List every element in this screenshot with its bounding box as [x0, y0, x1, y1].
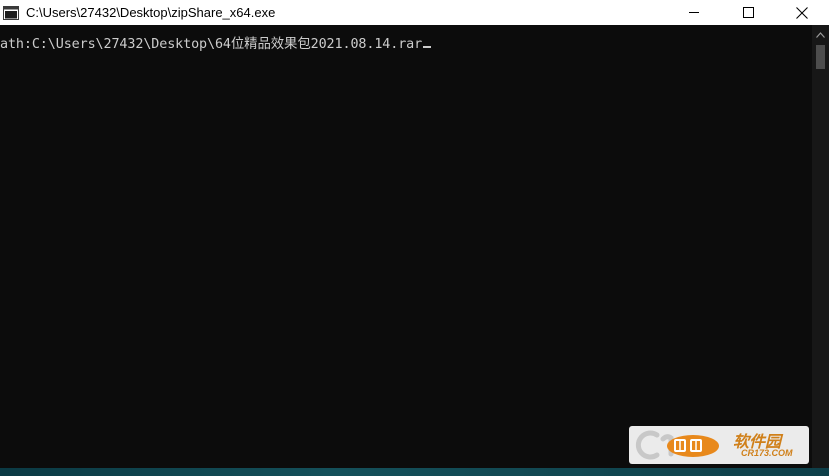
text-cursor: [423, 46, 432, 48]
console-window: C:\Users\27432\Desktop\zipShare_x64.exe: [0, 0, 829, 476]
caption-buttons: [667, 0, 829, 25]
scroll-up-button[interactable]: [812, 25, 829, 42]
window-title: C:\Users\27432\Desktop\zipShare_x64.exe: [26, 5, 276, 20]
close-button[interactable]: [775, 0, 829, 25]
minimize-button[interactable]: [667, 0, 721, 25]
maximize-button[interactable]: [721, 0, 775, 25]
watermark: 软件园 CR173.COM: [629, 426, 809, 464]
minimize-icon: [688, 7, 700, 18]
console-line: ath:C:\Users\27432\Desktop\64位精品效果包2021.…: [0, 32, 432, 52]
vertical-scrollbar[interactable]: [812, 25, 829, 468]
desktop-background-strip: [0, 468, 829, 476]
title-bar[interactable]: C:\Users\27432\Desktop\zipShare_x64.exe: [0, 0, 829, 25]
watermark-site: CR173.COM: [741, 448, 793, 458]
close-icon: [796, 6, 808, 19]
console-line-text: ath:C:\Users\27432\Desktop\64位精品效果包2021.…: [0, 37, 423, 52]
console-output[interactable]: ath:C:\Users\27432\Desktop\64位精品效果包2021.…: [0, 25, 812, 468]
scroll-thumb[interactable]: [816, 45, 825, 69]
cr173-logo: [635, 430, 719, 460]
maximize-icon: [742, 7, 754, 18]
chevron-up-icon: [816, 25, 825, 43]
console-window-icon: [3, 5, 19, 20]
